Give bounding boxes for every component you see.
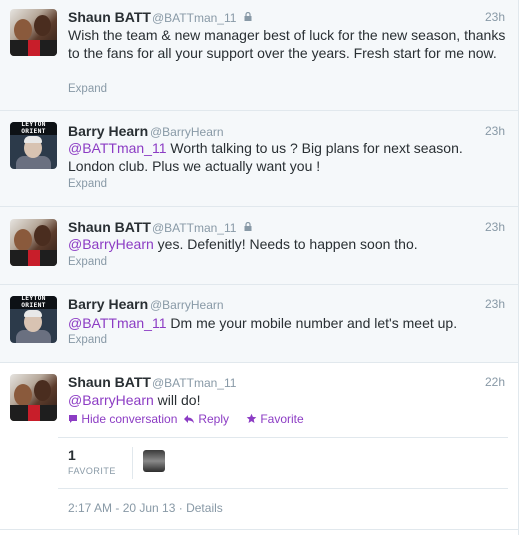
fullname[interactable]: Barry Hearn xyxy=(68,123,148,139)
timestamp[interactable]: 23h xyxy=(485,124,505,138)
expand-link[interactable]: Expand xyxy=(68,83,107,95)
fullname[interactable]: Shaun BATT xyxy=(68,219,151,235)
favoriter-avatar[interactable] xyxy=(143,450,165,472)
handle[interactable]: @BATTman_11 xyxy=(152,221,236,235)
tweet-text: Wish the team & new manager best of luck… xyxy=(68,26,508,62)
tweet-stats: 1 FAVORITE xyxy=(58,437,508,489)
fullname[interactable]: Shaun BATT xyxy=(68,9,151,25)
timeline: Shaun BATT @BATTman_11 23h Wish the team… xyxy=(0,0,519,535)
mention-link[interactable]: @BATTman_11 xyxy=(68,315,167,331)
fullname[interactable]: Shaun BATT xyxy=(68,374,151,390)
timestamp[interactable]: 23h xyxy=(485,297,505,311)
timestamp[interactable]: 23h xyxy=(485,220,505,234)
avatar[interactable] xyxy=(10,374,57,421)
reply-label: Reply xyxy=(198,412,230,426)
tweet-body: will do! xyxy=(153,392,201,408)
handle[interactable]: @BarryHearn xyxy=(150,298,224,312)
speech-bubble-icon xyxy=(69,415,77,423)
divider xyxy=(132,447,133,479)
timestamp[interactable]: 22h xyxy=(485,375,505,389)
lock-icon xyxy=(244,12,252,21)
avatar[interactable] xyxy=(10,9,57,56)
tweet-meta: 2:17 AM - 20 Jun 13 · Details xyxy=(68,501,223,515)
tweet-text: @BATTman_11 Worth talking to us ? Big pl… xyxy=(68,139,508,175)
favorite-label: Favorite xyxy=(260,412,304,426)
tweet-body: Wish the team & new manager best of luck… xyxy=(68,27,506,61)
tweet[interactable]: LEYTON ORIENT Barry Hearn @BarryHearn 23… xyxy=(0,111,518,207)
hide-conversation-button[interactable]: Hide conversation xyxy=(68,412,177,426)
reply-icon xyxy=(184,415,194,424)
tweet[interactable]: LEYTON ORIENT Barry Hearn @BarryHearn 23… xyxy=(0,285,518,363)
meta-separator: · xyxy=(178,501,183,515)
lock-icon xyxy=(244,222,252,231)
fullname[interactable]: Barry Hearn xyxy=(68,296,148,312)
avatar-banner: LEYTON ORIENT xyxy=(10,122,57,135)
expand-link[interactable]: Expand xyxy=(68,178,107,190)
handle[interactable]: @BATTman_11 xyxy=(152,376,236,390)
favorite-button[interactable]: Favorite xyxy=(246,412,304,426)
expand-link[interactable]: Expand xyxy=(68,256,107,268)
tweet[interactable]: Shaun BATT @BATTman_11 23h @BarryHearn y… xyxy=(0,207,518,285)
mention-link[interactable]: @BATTman_11 xyxy=(68,140,167,156)
details-link[interactable]: Details xyxy=(186,501,223,515)
timestamp[interactable]: 23h xyxy=(485,10,505,24)
avatar-banner: LEYTON ORIENT xyxy=(10,296,57,309)
avatar[interactable]: LEYTON ORIENT xyxy=(10,122,57,169)
reply-button[interactable]: Reply xyxy=(183,412,229,426)
tweet-body: Dm me your mobile number and let's meet … xyxy=(166,315,458,331)
tweet-text: @BATTman_11 Dm me your mobile number and… xyxy=(68,314,508,332)
tweet-text: @BarryHearn will do! xyxy=(68,391,508,409)
avatar[interactable]: LEYTON ORIENT xyxy=(10,296,57,343)
avatar[interactable] xyxy=(10,219,57,266)
star-icon xyxy=(246,413,257,423)
favorite-count-label[interactable]: FAVORITE xyxy=(68,466,116,476)
tweet[interactable]: Shaun BATT @BATTman_11 23h Wish the team… xyxy=(0,0,518,111)
tweet-body: yes. Defenitly! Needs to happen soon tho… xyxy=(153,236,418,252)
tweet-text: @BarryHearn yes. Defenitly! Needs to hap… xyxy=(68,235,508,253)
mention-link[interactable]: @BarryHearn xyxy=(68,392,154,408)
favorite-count[interactable]: 1 xyxy=(68,447,76,463)
tweet-datetime[interactable]: 2:17 AM - 20 Jun 13 xyxy=(68,501,175,515)
handle[interactable]: @BarryHearn xyxy=(150,125,224,139)
mention-link[interactable]: @BarryHearn xyxy=(68,236,154,252)
handle[interactable]: @BATTman_11 xyxy=(152,11,236,25)
expand-link[interactable]: Expand xyxy=(68,334,107,346)
hide-conversation-label: Hide conversation xyxy=(81,412,178,426)
